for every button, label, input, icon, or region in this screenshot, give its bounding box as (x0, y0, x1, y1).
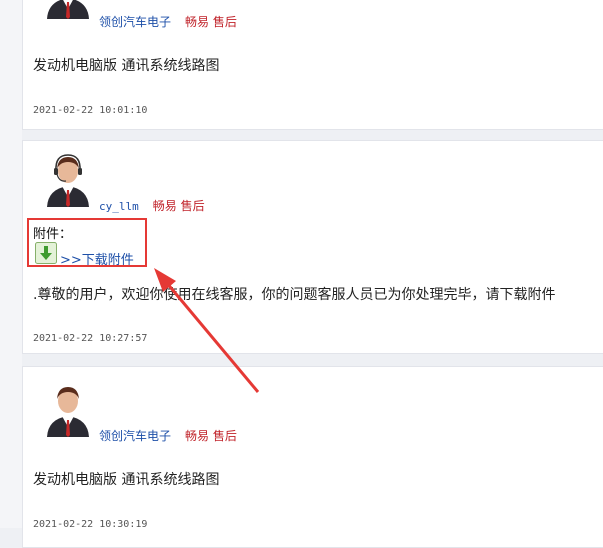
agent-avatar (43, 379, 93, 437)
message-text: .尊敬的用户，欢迎你使用在线客服，你的问题客服人员已为你处理完毕，请下载附件 (33, 287, 556, 303)
chat-message-card: 领创汽车电子 畅易 售后 发动机电脑版 通讯系统线路图 2021-02-22 10… (22, 366, 603, 548)
left-gutter (0, 0, 22, 528)
agent-avatar (43, 0, 93, 19)
message-timestamp: 2021-02-22 10:27:57 (33, 333, 148, 344)
username-link[interactable]: 领创汽车电子 (99, 429, 171, 443)
username-link[interactable]: 领创汽车电子 (99, 15, 171, 29)
service-tag: 畅易 售后 (185, 15, 237, 29)
agent-avatar (43, 149, 93, 207)
annotation-highlight-box (27, 218, 147, 267)
message-timestamp: 2021-02-22 10:01:10 (33, 105, 148, 116)
message-text: 发动机电脑版 通讯系统线路图 (33, 58, 220, 74)
message-timestamp: 2021-02-22 10:30:19 (33, 519, 148, 530)
service-tag: 畅易 售后 (152, 199, 205, 213)
message-text: 发动机电脑版 通讯系统线路图 (33, 472, 220, 488)
username-link[interactable]: cy_llm (99, 200, 139, 213)
service-tag: 畅易 售后 (185, 429, 237, 443)
chat-message-card: 领创汽车电子 畅易 售后 发动机电脑版 通讯系统线路图 2021-02-22 10… (22, 0, 603, 130)
